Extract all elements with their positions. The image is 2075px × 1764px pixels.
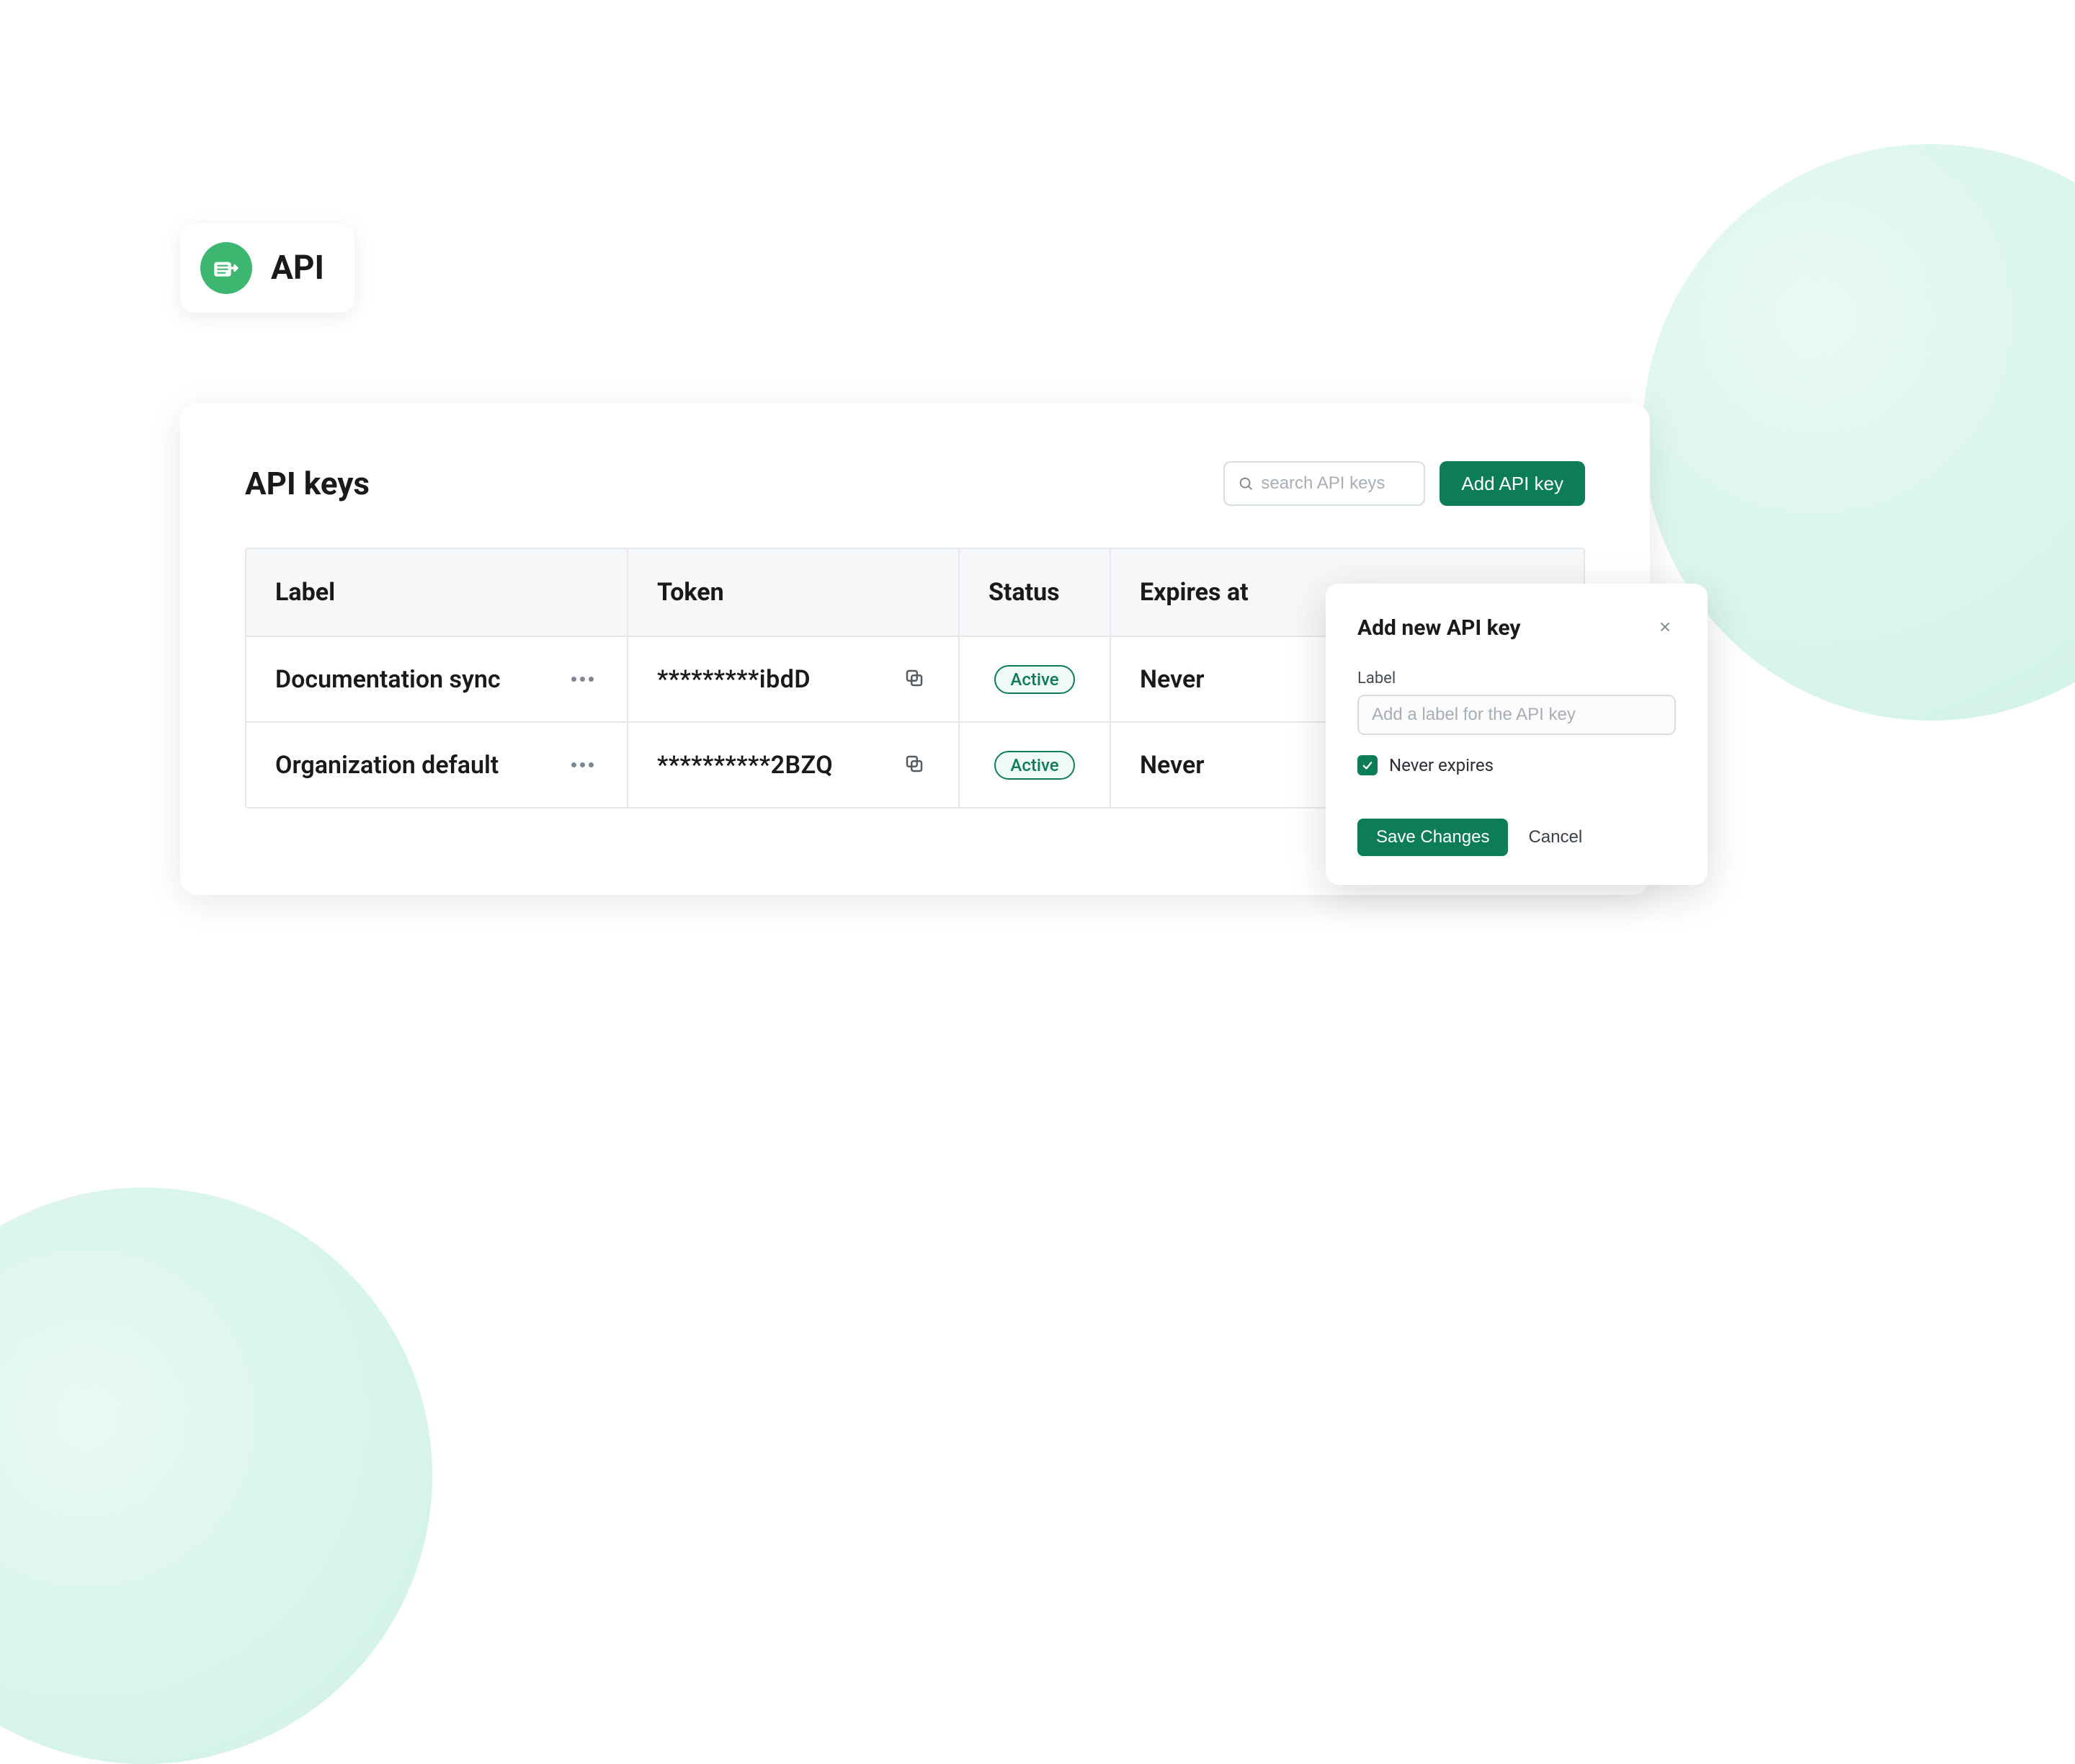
panel-header: API keys Add API key: [245, 461, 1585, 506]
add-api-key-button[interactable]: Add API key: [1440, 461, 1585, 506]
search-wrap: [1223, 461, 1425, 506]
row-more-button[interactable]: [567, 672, 598, 686]
panel-actions: Add API key: [1223, 461, 1585, 506]
row-label: Documentation sync: [275, 665, 501, 694]
row-token: *********ibdD: [657, 665, 811, 694]
modal-actions: Save Changes Cancel: [1357, 819, 1676, 856]
copy-icon: [903, 753, 925, 775]
decorative-circle-bottom: [0, 1188, 432, 1764]
add-api-key-modal: Add new API key Label Never expires Save…: [1326, 584, 1708, 885]
save-changes-button[interactable]: Save Changes: [1357, 819, 1508, 856]
copy-token-button[interactable]: [899, 749, 929, 781]
never-expires-row: Never expires: [1357, 755, 1676, 775]
search-icon: [1238, 476, 1254, 491]
cell-status: Active: [960, 637, 1111, 721]
api-icon: [200, 242, 252, 294]
cell-label: Documentation sync: [246, 637, 628, 721]
never-expires-checkbox[interactable]: [1357, 755, 1378, 775]
modal-title: Add new API key: [1357, 615, 1520, 641]
modal-close-button[interactable]: [1654, 616, 1676, 640]
col-label: Label: [246, 549, 628, 636]
col-token: Token: [628, 549, 960, 636]
row-label: Organization default: [275, 751, 499, 780]
status-badge: Active: [994, 665, 1074, 694]
cell-status: Active: [960, 723, 1111, 807]
api-badge-card: API: [180, 223, 354, 313]
api-badge-title: API: [271, 249, 324, 288]
panel-title: API keys: [245, 465, 370, 502]
row-token: **********2BZQ: [657, 751, 833, 780]
col-status: Status: [960, 549, 1111, 636]
copy-token-button[interactable]: [899, 663, 929, 695]
row-expires: Never: [1140, 751, 1204, 780]
status-badge: Active: [994, 751, 1074, 780]
cancel-button[interactable]: Cancel: [1528, 827, 1582, 847]
search-input[interactable]: [1261, 473, 1411, 494]
label-input[interactable]: [1357, 695, 1676, 735]
check-icon: [1361, 759, 1374, 772]
decorative-circle-top: [1643, 144, 2075, 721]
close-icon: [1657, 619, 1673, 635]
copy-icon: [903, 667, 925, 689]
cell-token: **********2BZQ: [628, 723, 960, 807]
modal-header: Add new API key: [1357, 615, 1676, 641]
row-expires: Never: [1140, 665, 1204, 694]
cell-label: Organization default: [246, 723, 628, 807]
cell-token: *********ibdD: [628, 637, 960, 721]
label-field-label: Label: [1357, 669, 1676, 687]
row-more-button[interactable]: [567, 758, 598, 772]
never-expires-label: Never expires: [1389, 755, 1494, 775]
